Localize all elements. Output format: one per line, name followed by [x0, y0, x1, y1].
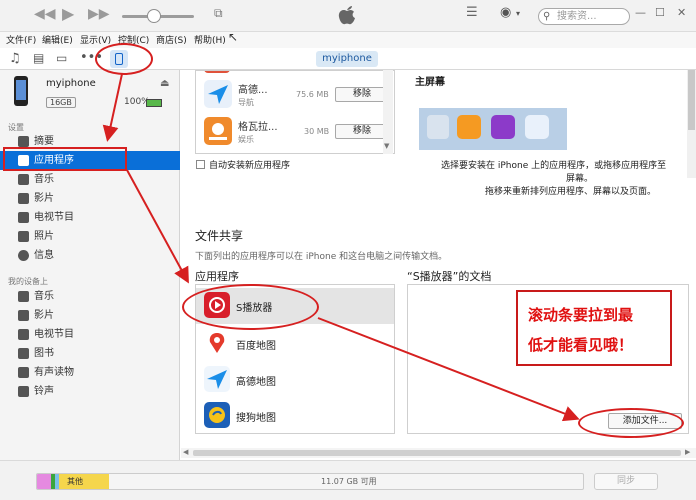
- callout-line: 低才能看见哦！: [528, 336, 634, 354]
- annotation-callout: 滚动条要拉到最 低才能看见哦！: [516, 290, 672, 366]
- annotation-arrows: [102, 73, 580, 422]
- callout-line: 滚动条要拉到最: [528, 306, 634, 324]
